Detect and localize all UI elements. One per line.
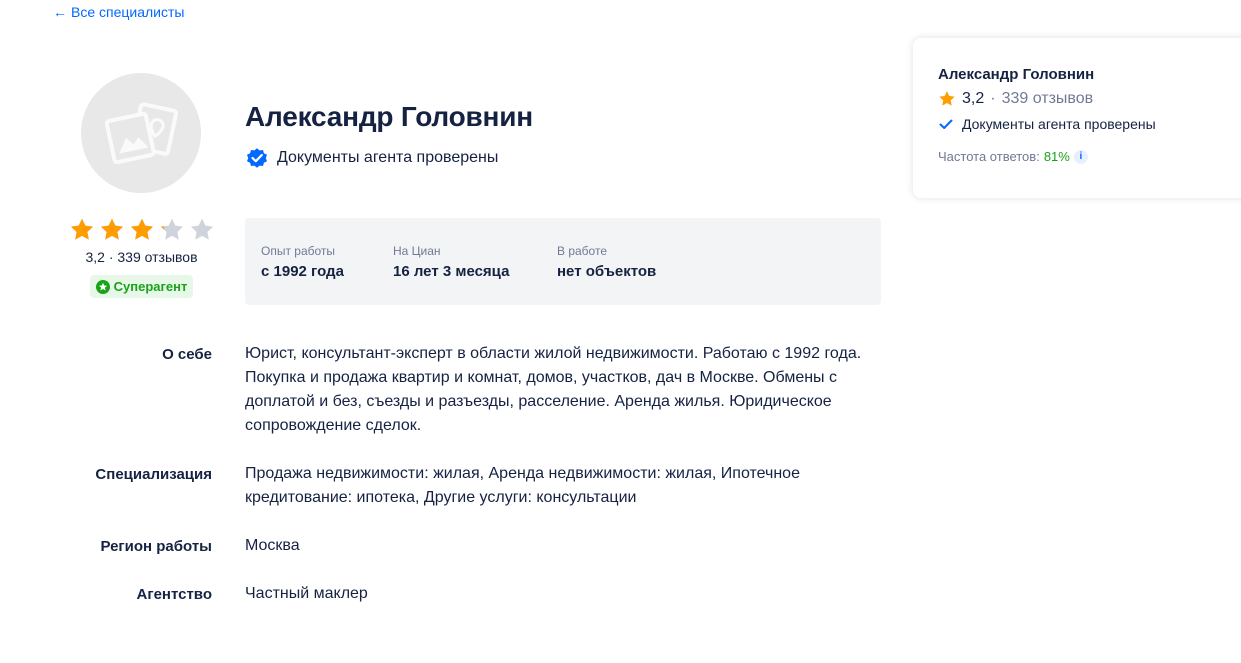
freq-value: 81% — [1043, 149, 1070, 164]
stats-panel: Опыт работы с 1992 года На Циан 16 лет 3… — [245, 218, 881, 305]
rating-block: 3,2 · 339 отзывов Суперагент — [60, 217, 223, 298]
agent-summary-card: Александр Головнин 3,2 · 339 отзывов Док… — [913, 38, 1241, 198]
verified-status: Документы агента проверены — [245, 146, 498, 170]
info-value: Продажа недвижимости: жилая, Аренда недв… — [245, 465, 800, 506]
check-icon — [939, 119, 953, 129]
superagent-label: Суперагент — [113, 279, 188, 294]
info-icon[interactable]: i — [1073, 149, 1088, 164]
card-rating[interactable]: 3,2 · 339 отзывов — [938, 90, 1228, 108]
rating-star-icon — [100, 218, 123, 240]
stat-experience: Опыт работы с 1992 года — [261, 244, 344, 280]
stat-label: На Циан — [393, 244, 441, 258]
info-label: О себе — [162, 346, 212, 363]
star-badge-icon — [95, 279, 110, 294]
stat-in-work: В работе нет объектов — [557, 244, 656, 280]
freq-label: Частота ответов: — [938, 149, 1040, 164]
rating-stars — [69, 217, 215, 243]
stat-label: В работе — [557, 244, 608, 258]
stat-value: с 1992 года — [261, 263, 344, 280]
card-verified-status: Документы агента проверены — [938, 116, 1228, 132]
superagent-badge: Суперагент — [89, 275, 194, 298]
verified-badge-icon — [247, 148, 267, 168]
info-value: Юрист, консультант-эксперт в области жил… — [245, 345, 862, 434]
back-to-specialists-link[interactable]: ← Все специалисты — [53, 4, 184, 20]
stat-on-cian: На Циан 16 лет 3 месяца — [393, 244, 509, 280]
info-label: Специализация — [95, 466, 212, 483]
card-agent-name: Александр Головнин — [938, 66, 1095, 83]
rating-star-icon — [160, 218, 183, 240]
avatar — [81, 73, 201, 193]
rating-star-icon — [190, 218, 213, 240]
star-icon — [939, 91, 955, 106]
verified-text: Документы агента проверены — [277, 149, 499, 166]
stat-label: Опыт работы — [261, 244, 336, 258]
rating-star-icon — [130, 218, 153, 240]
response-frequency: Частота ответов: 81% i — [938, 149, 1228, 164]
agent-name: Александр Головнин — [245, 101, 533, 132]
card-verified-text: Документы агента проверены — [962, 116, 1156, 132]
info-value: Москва — [245, 537, 300, 554]
stat-value: 16 лет 3 месяца — [393, 263, 510, 280]
back-link-label: Все специалисты — [71, 4, 185, 20]
photo-placeholder-icon — [104, 102, 179, 165]
stat-value: нет объектов — [557, 263, 657, 280]
info-value: Частный маклер — [245, 585, 368, 602]
rating-star-icon — [70, 218, 93, 240]
rating-separator: · — [990, 90, 996, 107]
info-label: Агентство — [136, 586, 212, 603]
arrow-left-icon: ← — [53, 4, 67, 20]
rating-summary: 3,2 · 339 отзывов — [85, 249, 198, 265]
card-rating-value: 3,2 — [962, 90, 985, 107]
card-reviews-count: 339 отзывов — [1001, 90, 1094, 107]
info-label: Регион работы — [100, 538, 212, 555]
